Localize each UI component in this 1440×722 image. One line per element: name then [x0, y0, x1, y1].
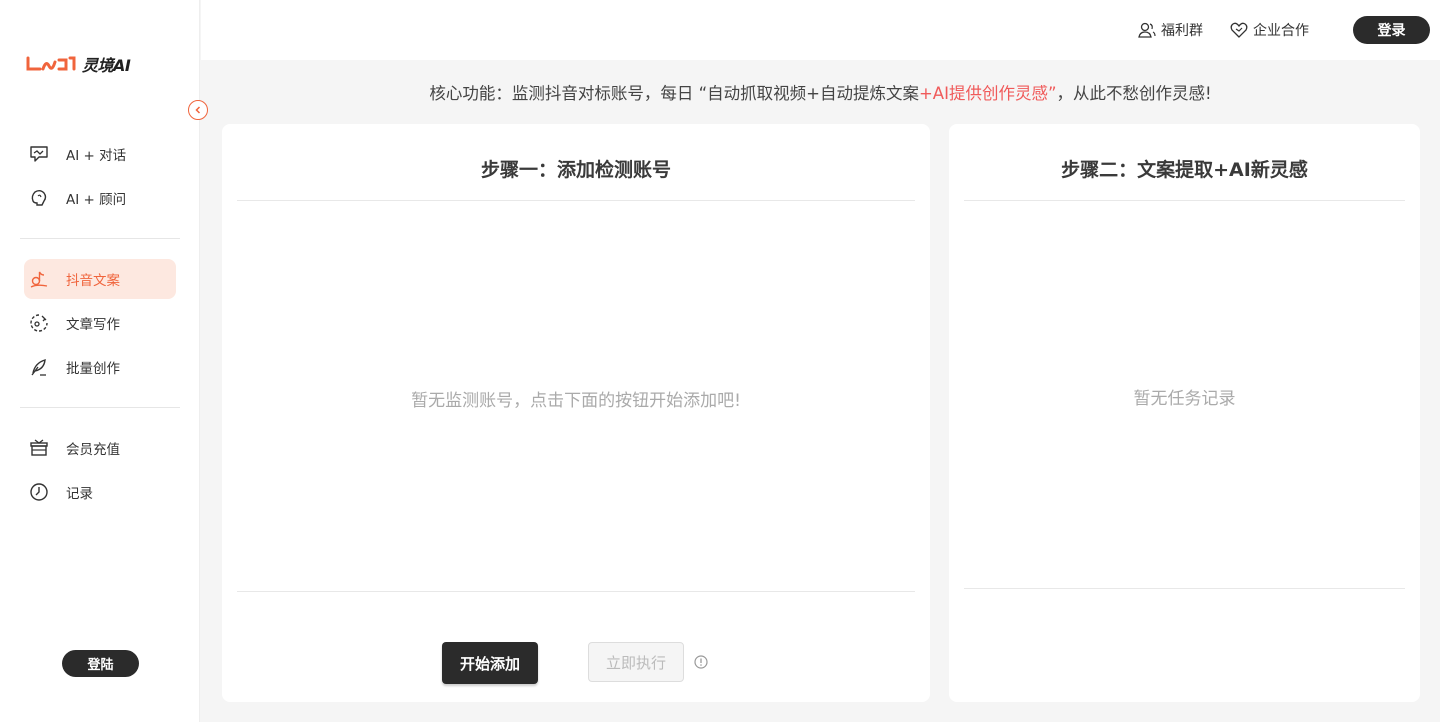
- step1-panel: 步骤一：添加检测账号 暂无监测账号，点击下面的按钮开始添加吧! 开始添加 立即执…: [222, 124, 930, 702]
- info-icon[interactable]: [694, 655, 708, 669]
- core-feature-notice: 核心功能：监测抖音对标账号，每日 “自动抓取视频+自动提炼文案+AI提供创作灵感…: [201, 80, 1440, 104]
- sidebar: 灵境AI AI + 对话 AI + 顾问 抖音文案 文章写作 批量创作 会员充值…: [0, 0, 208, 722]
- sidebar-item-membership[interactable]: 会员充值: [20, 428, 180, 468]
- sidebar-login-button[interactable]: 登陆: [62, 650, 139, 677]
- logo-mark-icon: [26, 56, 76, 71]
- run-now-button: 立即执行: [588, 642, 684, 682]
- sidebar-item-label: 批量创作: [66, 361, 120, 377]
- sidebar-item-label: 记录: [66, 486, 93, 502]
- welfare-group-label: 福利群: [1161, 23, 1203, 39]
- sidebar-divider: [20, 238, 180, 239]
- sidebar-item-batch-creation[interactable]: 批量创作: [20, 347, 180, 387]
- sidebar-item-label: 抖音文案: [66, 273, 120, 289]
- brand-logo[interactable]: 灵境AI: [26, 52, 131, 76]
- users-icon: [1138, 22, 1156, 38]
- step1-empty-text: 暂无监测账号，点击下面的按钮开始添加吧!: [411, 391, 741, 411]
- nav-group-writing: 抖音文案 文章写作 批量创作: [20, 259, 180, 391]
- sidebar-item-douyin-copy[interactable]: 抖音文案: [24, 259, 176, 299]
- welfare-group-link[interactable]: 福利群: [1138, 20, 1203, 40]
- panel-divider: [964, 588, 1405, 589]
- sidebar-item-label: AI + 对话: [66, 148, 127, 164]
- advisor-icon: [28, 187, 50, 209]
- sidebar-item-label: AI + 顾问: [66, 192, 127, 208]
- panel-divider: [237, 200, 915, 201]
- step2-empty-text: 暂无任务记录: [1133, 389, 1236, 409]
- enterprise-cooperation-link[interactable]: 企业合作: [1230, 20, 1309, 40]
- step2-title: 步骤二：文案提取+AI新灵感: [1061, 159, 1308, 181]
- article-icon: [28, 312, 50, 334]
- sidebar-item-label: 会员充值: [66, 442, 120, 458]
- sidebar-divider: [20, 407, 180, 408]
- notice-highlight: +AI提供创作灵感”: [918, 84, 1057, 103]
- nav-group-account: 会员充值 记录: [20, 428, 180, 516]
- notice-suffix: ，从此不愁创作灵感!: [1056, 84, 1212, 103]
- top-login-button[interactable]: 登录: [1353, 16, 1430, 44]
- handshake-heart-icon: [1230, 22, 1248, 38]
- brand-name: 灵境AI: [82, 56, 131, 75]
- panel-divider: [237, 591, 915, 592]
- step2-panel: 步骤二：文案提取+AI新灵感 暂无任务记录: [949, 124, 1420, 702]
- enterprise-cooperation-label: 企业合作: [1253, 23, 1309, 39]
- panel-divider: [964, 200, 1405, 201]
- sidebar-item-article-writing[interactable]: 文章写作: [20, 303, 180, 343]
- gift-box-icon: [28, 437, 50, 459]
- chat-icon: [28, 143, 50, 165]
- douyin-icon: [28, 268, 50, 290]
- top-bar: 福利群 企业合作 登录: [201, 0, 1440, 60]
- sidebar-item-ai-advisor[interactable]: AI + 顾问: [20, 178, 180, 218]
- sidebar-item-records[interactable]: 记录: [20, 472, 180, 512]
- sidebar-item-label: 文章写作: [66, 317, 120, 333]
- quill-icon: [28, 356, 50, 378]
- sidebar-item-ai-chat[interactable]: AI + 对话: [20, 134, 180, 174]
- notice-prefix: 核心功能：监测抖音对标账号，每日 “自动抓取视频+自动提炼文案: [429, 84, 919, 103]
- start-add-button[interactable]: 开始添加: [442, 642, 538, 684]
- step1-title: 步骤一：添加检测账号: [480, 159, 671, 181]
- chevron-left-icon: [195, 106, 201, 114]
- clock-icon: [28, 481, 50, 503]
- nav-group-ai: AI + 对话 AI + 顾问: [20, 134, 180, 222]
